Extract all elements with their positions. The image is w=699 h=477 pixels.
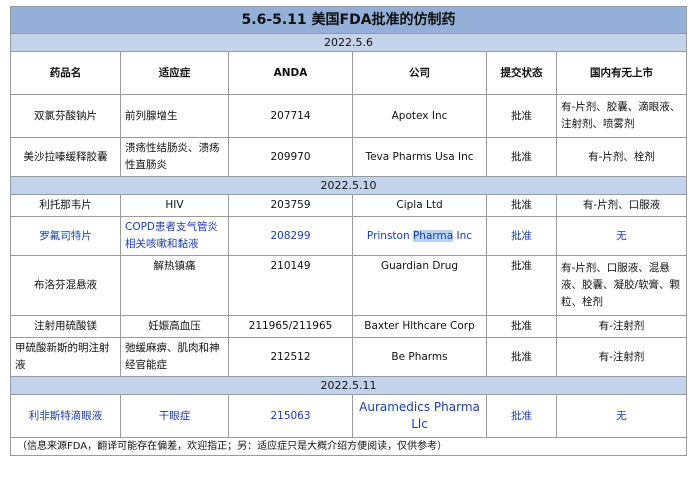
anda-number: 215063: [228, 394, 353, 438]
header-indication: 适应症: [120, 51, 229, 95]
domestic-status: 有-片剂、胶囊、滴眼液、注射剂、喷雾剂: [555, 94, 688, 138]
indication: 弛缓麻痹、肌肉和神经官能症: [120, 337, 229, 377]
status: 批准: [486, 315, 557, 338]
table-row: 注射用硫酸镁 妊娠高血压 211965/211965 Baxter Hlthca…: [10, 315, 688, 338]
footnote: （信息来源FDA，翻译可能存在偏差，欢迎指正；另：适应症只是大概介绍方便阅读，仅…: [9, 437, 688, 456]
drug-name: 利托那韦片: [10, 194, 121, 217]
company: Baxter Hlthcare Corp: [352, 315, 487, 338]
approved-generics-table: 5.6-5.11 美国FDA批准的仿制药 2022.5.6 药品名 适应症 AN…: [9, 6, 688, 456]
anda-number: 209970: [228, 137, 353, 177]
table-row: 罗氟司特片 COPD患者支气管炎相关咳嗽和黏液 208299 Prinston …: [10, 216, 688, 256]
company: Apotex Inc: [352, 94, 487, 138]
domestic-status: 有-片剂、口服液: [555, 194, 688, 217]
anda-number: 211965/211965: [228, 315, 353, 338]
header-row: 药品名 适应症 ANDA 公司 提交状态 国内有无上市: [10, 51, 688, 95]
table-row: 布洛芬混悬液 解热镇痛 210149 Guardian Drug 批准 有-片剂…: [10, 255, 688, 316]
footnote-row: （信息来源FDA，翻译可能存在偏差，欢迎指正；另：适应症只是大概介绍方便阅读，仅…: [9, 437, 688, 456]
indication: 干眼症: [120, 394, 229, 438]
selected-text-highlight[interactable]: Pharma: [412, 229, 454, 242]
status: 批准: [486, 194, 557, 217]
header-domestic: 国内有无上市: [555, 51, 688, 95]
indication: HIV: [120, 194, 229, 217]
domestic-status: 无: [555, 394, 688, 438]
anda-number: 212512: [228, 337, 353, 377]
anda-number: 210149: [228, 255, 353, 316]
indication: 解热镇痛: [120, 255, 229, 316]
group-date: 2022.5.6: [9, 33, 688, 52]
date-row: 2022.5.10: [9, 176, 688, 195]
anda-number: 203759: [228, 194, 353, 217]
domestic-status: 有-片剂、口服液、混悬液、胶囊、凝胶/软膏、颗粒、栓剂: [555, 255, 688, 316]
company: Teva Pharms Usa Inc: [352, 137, 487, 177]
table-title-row: 5.6-5.11 美国FDA批准的仿制药: [9, 6, 688, 34]
company: Guardian Drug: [352, 255, 487, 316]
company: Prinston Pharma Inc: [352, 216, 487, 256]
domestic-status: 有-注射剂: [555, 337, 688, 377]
indication: 妊娠高血压: [120, 315, 229, 338]
drug-name: 甲硫酸新斯的明注射液: [10, 337, 121, 377]
domestic-status: 有-注射剂: [555, 315, 688, 338]
date-row: 2022.5.11: [9, 376, 688, 395]
anda-number: 207714: [228, 94, 353, 138]
table-row: 利非斯特滴眼液 干眼症 215063 Auramedics Pharma Llc…: [10, 394, 688, 438]
header-status: 提交状态: [486, 51, 557, 95]
header-drug: 药品名: [10, 51, 121, 95]
anda-number: 208299: [228, 216, 353, 256]
date-row: 2022.5.6: [9, 33, 688, 52]
company: Auramedics Pharma Llc: [352, 394, 487, 438]
drug-name: 罗氟司特片: [10, 216, 121, 256]
drug-name: 注射用硫酸镁: [10, 315, 121, 338]
status: 批准: [486, 394, 557, 438]
group-date: 2022.5.11: [9, 376, 688, 395]
indication: 前列腺增生: [120, 94, 229, 138]
status: 批准: [486, 137, 557, 177]
domestic-status: 无: [555, 216, 688, 256]
table-row: 甲硫酸新斯的明注射液 弛缓麻痹、肌肉和神经官能症 212512 Be Pharm…: [10, 337, 688, 377]
domestic-status: 有-片剂、栓剂: [555, 137, 688, 177]
status: 批准: [486, 94, 557, 138]
generics-table-container: 5.6-5.11 美国FDA批准的仿制药 2022.5.6 药品名 适应症 AN…: [9, 6, 688, 456]
drug-name: 双氯芬酸钠片: [10, 94, 121, 138]
company-part: Inc: [453, 229, 473, 242]
status: 批准: [486, 216, 557, 256]
indication: 溃疡性结肠炎、溃疡性直肠炎: [120, 137, 229, 177]
table-title: 5.6-5.11 美国FDA批准的仿制药: [9, 6, 688, 34]
status: 批准: [486, 255, 557, 316]
status: 批准: [486, 337, 557, 377]
company-part: Prinston: [366, 229, 413, 242]
table-row: 美沙拉嗪缓释胶囊 溃疡性结肠炎、溃疡性直肠炎 209970 Teva Pharm…: [10, 137, 688, 177]
drug-name: 美沙拉嗪缓释胶囊: [10, 137, 121, 177]
group-date: 2022.5.10: [9, 176, 688, 195]
drug-name: 利非斯特滴眼液: [10, 394, 121, 438]
header-anda: ANDA: [228, 51, 353, 95]
drug-name: 布洛芬混悬液: [10, 255, 121, 316]
table-row: 双氯芬酸钠片 前列腺增生 207714 Apotex Inc 批准 有-片剂、胶…: [10, 94, 688, 138]
header-company: 公司: [352, 51, 487, 95]
company: Cipla Ltd: [352, 194, 487, 217]
table-row: 利托那韦片 HIV 203759 Cipla Ltd 批准 有-片剂、口服液: [10, 194, 688, 217]
company: Be Pharms: [352, 337, 487, 377]
indication: COPD患者支气管炎相关咳嗽和黏液: [120, 216, 229, 256]
